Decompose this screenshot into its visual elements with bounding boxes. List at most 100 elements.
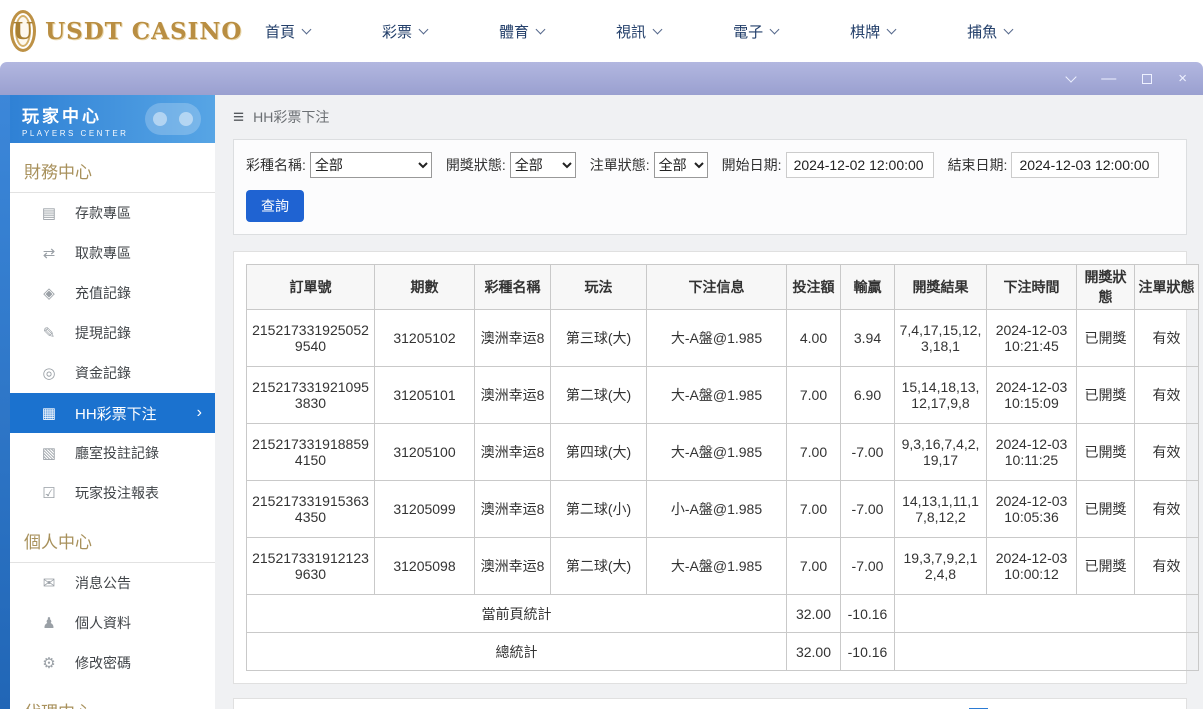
summary-label: 當前頁統計	[246, 594, 787, 633]
cell-draw-status: 已開獎	[1076, 309, 1135, 367]
cell-draw-status: 已開獎	[1076, 366, 1135, 424]
summary-empty	[894, 594, 1199, 633]
sidebar-item-hall-bet-records[interactable]: ▧ 廳室投註記錄	[10, 433, 215, 473]
sidebar-item-change-password[interactable]: ⚙ 修改密碼	[10, 643, 215, 683]
nav-label: 首頁	[265, 23, 296, 41]
sidebar-item-label: 資金記錄	[75, 365, 131, 381]
cell-amount: 7.00	[786, 537, 841, 595]
lottery-bet-icon: ▦	[41, 405, 57, 422]
bet-status-select[interactable]: 全部	[653, 152, 708, 178]
sidebar-item-label: 廳室投註記錄	[75, 445, 159, 461]
sidebar-item-recharge-records[interactable]: ◈ 充值記錄	[10, 273, 215, 313]
table-row: 2152173319210953830 31205101 澳洲幸运8 第二球(大…	[246, 366, 1199, 424]
nav-label: 體育	[499, 23, 530, 41]
sidebar-item-player-bet-report[interactable]: ☑ 玩家投注報表	[10, 473, 215, 513]
nav-item-fishing[interactable]: 捕魚	[967, 21, 1014, 42]
end-date-label: 結束日期:	[947, 157, 1008, 173]
bets-table: 訂單號 期數 彩種名稱 玩法 下注信息 投注額 輸贏 開獎結果 下注時間 開獎狀…	[246, 264, 1199, 671]
cell-bet-status: 有效	[1134, 537, 1199, 595]
sidebar-item-funds-records[interactable]: ◎ 資金記錄	[10, 353, 215, 393]
cell-play: 第二球(大)	[550, 366, 647, 424]
sidebar-item-cashout-records[interactable]: ✎ 提現記錄	[10, 313, 215, 353]
nav-item-live[interactable]: 視訊	[616, 21, 663, 42]
cell-period: 31205098	[374, 537, 475, 595]
draw-status-select[interactable]: 全部	[509, 152, 576, 178]
chevron-down-icon	[769, 24, 780, 34]
nav-item-lottery[interactable]: 彩票	[382, 21, 429, 42]
col-header-period: 期數	[374, 264, 475, 310]
table-row: 2152173319250529540 31205102 澳洲幸运8 第三球(大…	[246, 309, 1199, 367]
nav-label: 視訊	[616, 23, 647, 41]
cell-bet-status: 有效	[1134, 309, 1199, 367]
col-header-bet-info: 下注信息	[646, 264, 787, 310]
brand[interactable]: U USDT CASINO	[0, 10, 241, 52]
summary-win-loss: -10.16	[840, 632, 895, 671]
sidebar-item-label: 提現記錄	[75, 325, 131, 341]
players-center-header: 玩家中心 PLAYERS CENTER	[10, 95, 215, 143]
end-date-input[interactable]	[1011, 152, 1160, 178]
brand-name: USDT CASINO	[45, 17, 243, 45]
chevron-down-icon	[652, 24, 663, 34]
table-header-row: 訂單號 期數 彩種名稱 玩法 下注信息 投注額 輸贏 開獎結果 下注時間 開獎狀…	[246, 264, 1199, 310]
cell-win-loss: -7.00	[840, 537, 895, 595]
start-date-label: 開始日期:	[721, 157, 782, 173]
bet-status-label: 注單狀態:	[589, 157, 650, 173]
lottery-name-label: 彩種名稱:	[246, 157, 306, 173]
cell-amount: 7.00	[786, 366, 841, 424]
gamepad-icon	[145, 103, 201, 135]
cell-win-loss: 3.94	[840, 309, 895, 367]
cell-order-id: 2152173319250529540	[246, 309, 375, 367]
sidebar-item-label: 個人資料	[75, 615, 131, 631]
cashout-record-icon: ✎	[42, 325, 56, 342]
cell-bet-info: 大-A盤@1.985	[646, 366, 787, 424]
sidebar-item-profile[interactable]: ♟ 個人資料	[10, 603, 215, 643]
sidebar-item-label: 存款專區	[75, 205, 131, 221]
person-icon: ♟	[42, 615, 56, 632]
sidebar-item-deposit-area[interactable]: ▤ 存款專區	[10, 193, 215, 233]
sidebar-item-label: 修改密碼	[75, 655, 131, 671]
cell-result: 15,14,18,13,12,17,9,8	[894, 366, 987, 424]
start-date-input[interactable]	[785, 152, 934, 178]
cell-draw-status: 已開獎	[1076, 423, 1135, 481]
draw-status-label: 開獎狀態:	[445, 157, 506, 173]
minimize-button[interactable]: —	[1101, 71, 1116, 86]
cell-play: 第二球(大)	[550, 537, 647, 595]
cell-play: 第三球(大)	[550, 309, 647, 367]
nav-label: 棋牌	[850, 23, 881, 41]
breadcrumb: ≡ HH彩票下注	[233, 95, 1187, 139]
cell-lottery: 澳洲幸运8	[474, 309, 551, 367]
close-button[interactable]: ×	[1178, 71, 1187, 86]
lottery-name-select[interactable]: 全部	[309, 152, 432, 178]
window-titlebar: — ×	[0, 62, 1203, 95]
sidebar-item-label: 玩家投注報表	[75, 485, 159, 501]
cell-result: 14,13,1,11,17,8,12,2	[894, 480, 987, 538]
sidebar-item-label: 取款專區	[75, 245, 131, 261]
col-header-result: 開獎結果	[894, 264, 987, 310]
hamburger-icon[interactable]: ≡	[233, 108, 244, 127]
sidebar-item-announcements[interactable]: ✉ 消息公告	[10, 563, 215, 603]
cell-amount: 7.00	[786, 423, 841, 481]
summary-amount: 32.00	[786, 594, 841, 633]
nav-item-sports[interactable]: 體育	[499, 21, 546, 42]
chevron-down-icon	[886, 24, 897, 34]
filter-panel: 彩種名稱: 全部 開獎狀態: 全部 注單狀態: 全部 開始日期: 2024-12…	[233, 139, 1187, 235]
cell-time: 2024-12-03 10:21:45	[986, 309, 1077, 367]
summary-empty	[894, 632, 1199, 671]
cell-bet-status: 有效	[1134, 366, 1199, 424]
chevron-down-icon	[301, 24, 312, 34]
search-button[interactable]: 查詢	[246, 190, 304, 222]
sidebar-item-withdraw-area[interactable]: ⇄ 取款專區	[10, 233, 215, 273]
cell-order-id: 2152173319153634350	[246, 480, 375, 538]
cell-lottery: 澳洲幸运8	[474, 423, 551, 481]
cell-time: 2024-12-03 10:05:36	[986, 480, 1077, 538]
collapse-chevron-icon[interactable]	[1065, 70, 1077, 83]
cell-play: 第二球(小)	[550, 480, 647, 538]
nav-item-home[interactable]: 首頁	[265, 21, 312, 42]
col-header-order-id: 訂單號	[246, 264, 375, 310]
sidebar-item-label: HH彩票下注	[75, 405, 157, 423]
nav-item-boardgames[interactable]: 棋牌	[850, 21, 897, 42]
nav-item-electronic[interactable]: 電子	[733, 21, 780, 42]
page-title: HH彩票下注	[253, 109, 330, 125]
sidebar-item-hh-lottery-bets[interactable]: ▦ HH彩票下注 ›	[10, 393, 215, 433]
maximize-button[interactable]	[1142, 73, 1153, 84]
